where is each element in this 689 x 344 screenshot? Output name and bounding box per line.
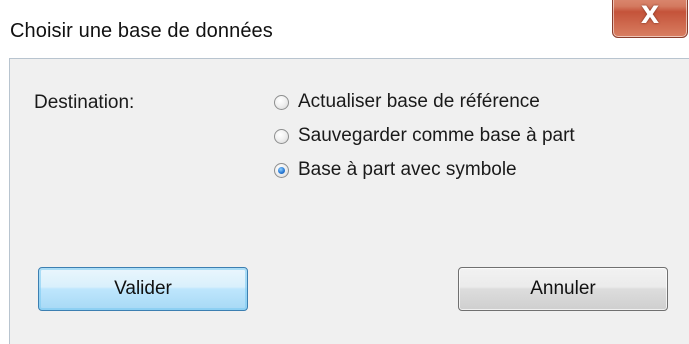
- radio-option-label: Sauvegarder comme base à part: [298, 125, 575, 146]
- dialog-window: Choisir une base de données X Destinatio…: [0, 0, 689, 344]
- radio-icon[interactable]: [274, 94, 289, 110]
- close-icon: X: [640, 1, 660, 29]
- annuler-button[interactable]: Annuler: [458, 267, 668, 311]
- radio-option-base-symbole[interactable]: Base à part avec symbole: [274, 156, 517, 184]
- destination-label: Destination:: [34, 92, 135, 113]
- radio-option-label: Actualiser base de référence: [298, 91, 540, 112]
- radio-option-actualiser[interactable]: Actualiser base de référence: [274, 88, 540, 116]
- valider-button[interactable]: Valider: [38, 267, 248, 311]
- close-button[interactable]: X: [612, 0, 688, 38]
- window-title: Choisir une base de données: [10, 20, 273, 42]
- radio-icon[interactable]: [274, 128, 289, 144]
- title-bar: Choisir une base de données X: [0, 0, 689, 58]
- radio-option-sauvegarder[interactable]: Sauvegarder comme base à part: [274, 122, 575, 150]
- radio-option-label: Base à part avec symbole: [298, 159, 517, 180]
- dialog-body: Destination: Actualiser base de référenc…: [9, 58, 689, 344]
- radio-icon[interactable]: [274, 162, 289, 178]
